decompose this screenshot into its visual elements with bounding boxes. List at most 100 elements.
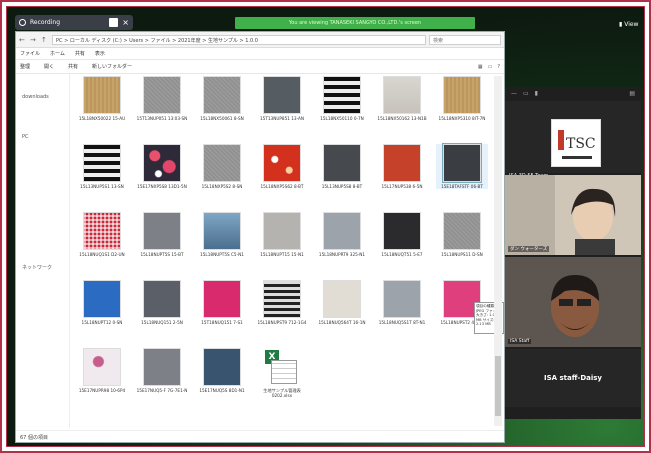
spreadsheet-icon [271, 360, 297, 384]
search-input[interactable]: 検索 [429, 34, 501, 45]
fabric-thumbnail [263, 144, 301, 182]
screen-area: You are viewing TANASEKI SANGYO CO.,LTD.… [6, 6, 645, 447]
new-folder-button[interactable]: 新しいフォルダー [92, 63, 132, 70]
file-name: 15L18NUQ564T 16-1N [318, 320, 366, 325]
participant-tile-1[interactable]: ダン ウォーターズ [505, 175, 641, 255]
file-name: 15L18NUPT5S C5-N1 [200, 252, 244, 257]
fabric-thumbnail [442, 143, 482, 183]
up-arrow-icon[interactable]: ↑ [41, 36, 49, 44]
file-item[interactable]: 15L18NX50022 15-AU [76, 76, 128, 121]
file-item[interactable]: 15E17NUPR98 10-6P4 [76, 348, 128, 393]
layout-icon[interactable]: ▭ [523, 90, 529, 97]
file-item[interactable]: 15E17NUQ5-F 7G-7E1-N [136, 348, 188, 393]
file-item[interactable]: 15L18NUPS11 D-SN [436, 212, 488, 257]
file-item[interactable]: 15T13NUP051 13:03-SN [136, 76, 188, 121]
file-name: 15L18NX50110 0-7N [320, 116, 364, 121]
file-item[interactable]: 15L18NUQ564T 16-1N [316, 280, 368, 325]
fabric-thumbnail [143, 348, 181, 386]
file-item[interactable]: 15L17NUP538 6-5N [376, 144, 428, 189]
back-arrow-icon[interactable]: ← [19, 36, 27, 44]
file-name: 15L18NX50162 13-N1B [377, 116, 427, 121]
nav-item-downloads[interactable]: downloads [22, 94, 49, 100]
vertical-scrollbar[interactable] [494, 76, 502, 426]
file-item[interactable]: 15L18NX50162 13-N1B [376, 76, 428, 121]
minimize-icon[interactable]: — [511, 90, 517, 97]
nav-item-pc[interactable]: PC [22, 134, 29, 140]
file-explorer-window: ← → ↑ PC > ローカル ディスク (C:) > Users > ファイル… [15, 31, 505, 443]
participant-tile-self[interactable]: TSC ISA 3D 5F Team [505, 101, 641, 179]
file-item[interactable]: X 生地サンプル管理表 0202.xlsx [256, 348, 308, 398]
view-mode-icon[interactable]: ▦ [478, 64, 483, 70]
file-name: 15L18NUPST9 712-1G4 [257, 320, 307, 325]
file-item[interactable]: 15L18NUQ1S1 D2-UN [76, 212, 128, 257]
file-item[interactable]: 15L18NUQ151 2-5N [136, 280, 188, 325]
file-name: 15L18NUPT12 0-SN [81, 320, 123, 325]
file-item[interactable]: 15L18NUPT5S C5-N1 [196, 212, 248, 257]
menu-item-view[interactable]: 表示 [95, 50, 105, 57]
company-logo: TSC [551, 119, 601, 167]
file-item[interactable]: 15L18NX50061 8-SN [196, 76, 248, 121]
stop-icon[interactable]: × [122, 18, 129, 27]
file-name: 15L18NUPT15 15-N1 [260, 252, 304, 257]
file-item[interactable]: 15L18NXP5S2 8-SN [196, 144, 248, 189]
file-item[interactable]: 15L18NXP5310 8IT-7N [436, 76, 488, 121]
file-item[interactable]: 15E18TAFSTF 06-BT [436, 143, 488, 190]
menu-item-share[interactable]: 共有 [75, 50, 85, 57]
menu-item-home[interactable]: ホーム [50, 50, 65, 57]
file-item[interactable]: 15E17NUQ5S 8D1-N1 [196, 348, 248, 393]
participant-tile-3[interactable]: ISA staff-Daisy [505, 349, 641, 407]
help-icon[interactable]: ? [497, 64, 500, 70]
file-name: 15L18NX50022 15-AU [78, 116, 126, 121]
file-item[interactable]: 15L18NUPT15 15-N1 [256, 212, 308, 257]
file-item[interactable]: 15L18NUPRT9 325-N1 [316, 212, 368, 257]
open-button[interactable]: 開く [44, 63, 54, 70]
fabric-thumbnail [203, 144, 241, 182]
scroll-thumb[interactable] [495, 356, 501, 416]
fabric-thumbnail [203, 348, 241, 386]
file-name: 15L18NUPRT9 325-N1 [318, 252, 366, 257]
fabric-thumbnail [383, 144, 421, 182]
file-name: 15E17NUQ5-F 7G-7E1-N [136, 388, 188, 393]
file-name: 15E18TAFSTF 06-BT [441, 184, 483, 189]
fabric-thumbnail [203, 280, 241, 318]
file-item[interactable]: 15E17NXP5S8 13D1-5N [136, 144, 188, 189]
view-label: View [624, 21, 639, 28]
file-name: 15E17NUQ5S 8D1-N1 [199, 388, 245, 393]
nav-item-network[interactable]: ネットワーク [22, 264, 52, 271]
forward-arrow-icon[interactable]: → [30, 36, 38, 44]
file-name: 15L13NUP5S8 8-BT [321, 184, 363, 189]
file-item[interactable]: 15T18NUQ151 7-S1 [196, 280, 248, 325]
fabric-thumbnail [203, 212, 241, 250]
share-button[interactable]: 共有 [68, 63, 78, 70]
file-item[interactable]: 15L18NUPT5S 15-BT [136, 212, 188, 257]
preview-pane-icon[interactable]: ▭ [488, 64, 493, 70]
file-item[interactable]: 15L18NUQT51 5-E7 [376, 212, 428, 257]
file-item[interactable]: 15L13NUP5S1 13-SN [76, 144, 128, 189]
logo-text: TSC [566, 136, 596, 152]
gallery-icon[interactable]: ▤ [629, 90, 635, 97]
file-item[interactable]: 15L18NUQ5S1T 8T-N1 [376, 280, 428, 325]
file-item[interactable]: 15L13NUP5S8 8-BT [316, 144, 368, 189]
address-path[interactable]: PC > ローカル ディスク (C:) > Users > ファイル > 202… [52, 34, 426, 45]
fabric-thumbnail [323, 280, 361, 318]
file-name: 15L18NUQ1S1 D2-UN [79, 252, 125, 257]
address-bar: ← → ↑ PC > ローカル ディスク (C:) > Users > ファイル… [16, 32, 504, 48]
file-name: 15E17NXP5S8 13D1-5N [137, 184, 187, 189]
file-item[interactable]: 15T13NUP851 13-AN [256, 76, 308, 121]
view-options-button[interactable]: ▮ View [619, 21, 638, 28]
pause-button[interactable] [109, 18, 119, 27]
file-name: 生地サンプル管理表 0202.xlsx [263, 388, 301, 399]
menu-item-file[interactable]: ファイル [20, 50, 40, 57]
file-item[interactable]: 15L18NUPT12 0-SN [76, 280, 128, 325]
file-name: 15T18NUQ151 7-S1 [201, 320, 243, 325]
fabric-thumbnail [443, 212, 481, 250]
speaker-view-icon[interactable]: ▮ [535, 90, 538, 97]
participant-tile-2[interactable]: ISA Staff [505, 257, 641, 347]
participant-2-label: ISA Staff [508, 339, 532, 344]
fabric-thumbnail [383, 280, 421, 318]
organize-button[interactable]: 整理 [20, 63, 30, 70]
file-item[interactable]: 15L18NX50110 0-7N [316, 76, 368, 121]
file-item[interactable]: 15L18NXP5S62 8-BT [256, 144, 308, 189]
file-item[interactable]: 15L18NUPST9 712-1G4 [256, 280, 308, 325]
participant-video-1 [505, 175, 641, 255]
